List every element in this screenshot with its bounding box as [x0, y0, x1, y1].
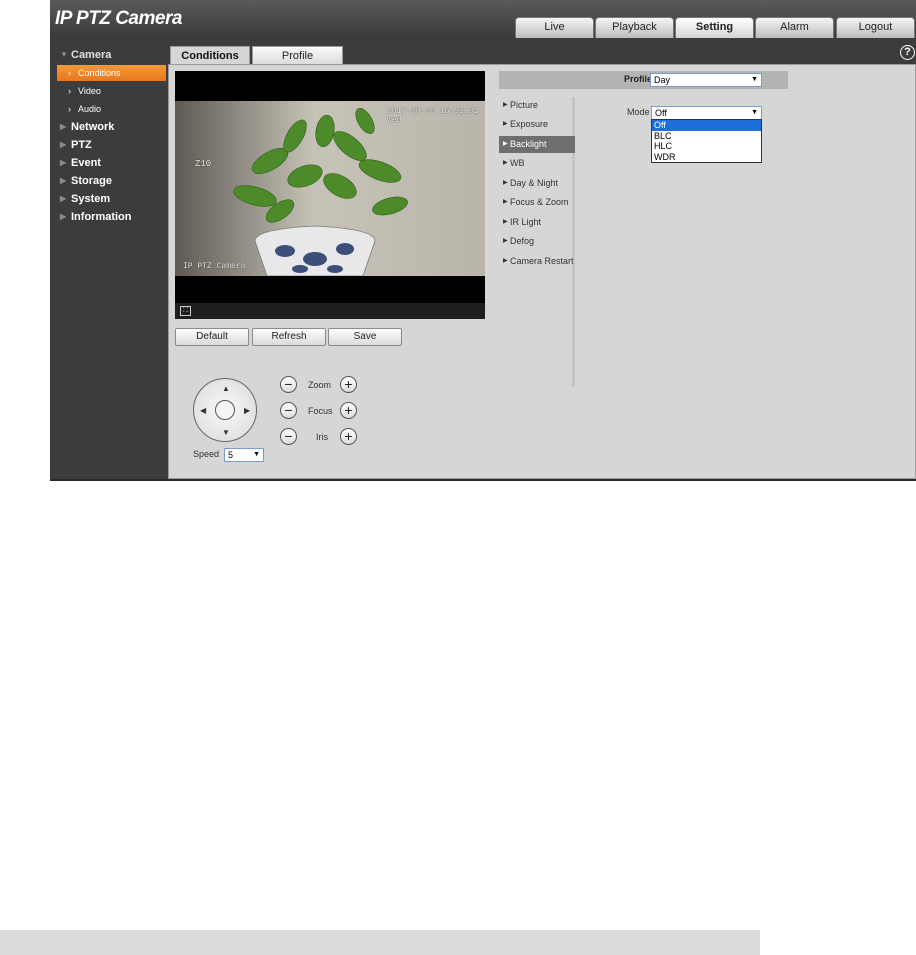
sidebar-item-system[interactable]: ▶ System [50, 190, 168, 208]
triangle-right-icon: ▶ [60, 212, 67, 221]
zoom-out-button[interactable]: − [280, 376, 297, 393]
chevron-right-icon: › [68, 68, 71, 78]
mode-dropdown-list: Off BLC HLC WDR [651, 119, 762, 163]
ptz-center-button[interactable] [215, 400, 235, 420]
speed-label: Speed [193, 449, 220, 459]
video-toolbar: ⛶ [175, 303, 485, 319]
subnav-exposure[interactable]: ▶ Exposure [499, 116, 575, 133]
chevron-down-icon: ▼ [253, 451, 260, 458]
tab-live[interactable]: Live [515, 17, 594, 38]
tab-conditions[interactable]: Conditions [170, 46, 250, 65]
sidebar: ▼ Camera › Conditions › Video › Audio ▶ … [50, 38, 168, 479]
arrow-up-icon[interactable]: ▲ [222, 385, 230, 393]
mode-option-blc[interactable]: BLC [652, 131, 761, 142]
header: IP PTZ Camera Live Playback Setting Alar… [50, 0, 916, 38]
subnav-camera-restart[interactable]: ▶ Camera Restart [499, 253, 575, 270]
mode-option-wdr[interactable]: WDR [652, 152, 761, 163]
sidebar-item-ptz[interactable]: ▶ PTZ [50, 136, 168, 154]
osd-zoom: Z10 [195, 159, 212, 169]
iris-open-button[interactable]: + [340, 428, 357, 445]
bullet-icon: ▶ [503, 258, 508, 264]
triangle-down-icon: ▼ [60, 50, 68, 59]
sidebar-item-video[interactable]: › Video [57, 83, 166, 99]
tab-alarm[interactable]: Alarm [755, 17, 834, 38]
triangle-right-icon: ▶ [60, 122, 67, 131]
refresh-button[interactable]: Refresh [252, 328, 326, 346]
subnav-picture[interactable]: ▶ Picture [499, 97, 575, 114]
subnav-defog[interactable]: ▶ Defog [499, 233, 575, 250]
triangle-right-icon: ▶ [60, 158, 67, 167]
speed-select[interactable]: 5 ▼ [224, 448, 264, 462]
chevron-down-icon: ▼ [751, 109, 758, 116]
bullet-icon: ▶ [503, 121, 508, 127]
triangle-right-icon: ▶ [60, 194, 67, 203]
bullet-icon: ▶ [503, 141, 508, 147]
bullet-icon: ▶ [503, 160, 508, 166]
focus-out-button[interactable]: − [280, 402, 297, 419]
subnav-wb[interactable]: ▶ WB [499, 155, 575, 172]
subnav-backlight[interactable]: ▶ Backlight [499, 136, 575, 153]
chevron-right-icon: › [68, 86, 71, 96]
sidebar-item-storage[interactable]: ▶ Storage [50, 172, 168, 190]
zoom-label: Zoom [308, 380, 332, 390]
default-button[interactable]: Default [175, 328, 249, 346]
sidebar-item-event[interactable]: ▶ Event [50, 154, 168, 172]
subnav-focus-zoom[interactable]: ▶ Focus & Zoom [499, 194, 575, 211]
mode-option-hlc[interactable]: HLC [652, 141, 761, 152]
zoom-in-button[interactable]: + [340, 376, 357, 393]
tab-playback[interactable]: Playback [595, 17, 674, 38]
content-panel: 2017-08-30 15:33:31 Wed Z10 IP PTZ Camer… [168, 64, 916, 479]
video-preview[interactable]: 2017-08-30 15:33:31 Wed Z10 IP PTZ Camer… [175, 71, 485, 319]
triangle-right-icon: ▶ [60, 140, 67, 149]
plant-image [175, 101, 485, 276]
profile-label: Profile [624, 74, 653, 84]
sidebar-item-camera[interactable]: ▼ Camera [50, 46, 168, 64]
mode-label: Mode [627, 107, 650, 117]
app-window: IP PTZ Camera Live Playback Setting Alar… [50, 0, 916, 481]
tab-setting[interactable]: Setting [675, 17, 754, 38]
bullet-icon: ▶ [503, 180, 508, 186]
sidebar-item-audio[interactable]: › Audio [57, 101, 166, 117]
iris-close-button[interactable]: − [280, 428, 297, 445]
video-scene [175, 101, 485, 276]
osd-timestamp: 2017-08-30 15:33:31 Wed [387, 107, 479, 125]
arrow-down-icon[interactable]: ▼ [222, 429, 230, 437]
iris-label: Iris [316, 432, 328, 442]
arrow-right-icon[interactable]: ▶ [244, 407, 250, 415]
subnav-day-night[interactable]: ▶ Day & Night [499, 175, 575, 192]
osd-channel-title: IP PTZ Camera [183, 262, 246, 271]
bullet-icon: ▶ [503, 102, 508, 108]
sidebar-item-information[interactable]: ▶ Information [50, 208, 168, 226]
tab-logout[interactable]: Logout [836, 17, 915, 38]
settings-sub-nav: ▶ Picture ▶ Exposure ▶ Backlight ▶ WB ▶ Day &… [499, 97, 575, 387]
save-button[interactable]: Save [328, 328, 402, 346]
subnav-ir-light[interactable]: ▶ IR Light [499, 214, 575, 231]
arrow-left-icon[interactable]: ◀ [200, 407, 206, 415]
fullscreen-icon[interactable]: ⛶ [180, 306, 191, 316]
profile-select[interactable]: Day ▼ [650, 73, 762, 87]
sidebar-item-conditions[interactable]: › Conditions [57, 65, 166, 81]
tab-profile-management[interactable]: Profile Management [252, 46, 343, 81]
ptz-direction-pad: ▲ ▼ ◀ ▶ [193, 378, 257, 442]
bottom-bar [0, 930, 760, 955]
help-icon[interactable]: ? [900, 45, 915, 60]
focus-label: Focus [308, 406, 333, 416]
triangle-right-icon: ▶ [60, 176, 67, 185]
logo: IP PTZ Camera [55, 8, 182, 29]
mode-option-off[interactable]: Off [652, 120, 761, 131]
focus-in-button[interactable]: + [340, 402, 357, 419]
bullet-icon: ▶ [503, 199, 508, 205]
sidebar-item-network[interactable]: ▶ Network [50, 118, 168, 136]
mode-select[interactable]: Off ▼ [651, 106, 762, 120]
profile-bar: Profile Day ▼ [499, 71, 788, 89]
bullet-icon: ▶ [503, 238, 508, 244]
chevron-down-icon: ▼ [751, 76, 758, 83]
bullet-icon: ▶ [503, 219, 508, 225]
chevron-right-icon: › [68, 104, 71, 114]
